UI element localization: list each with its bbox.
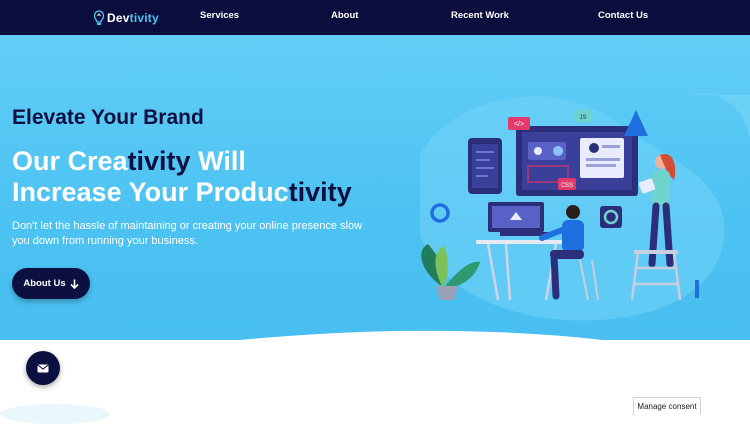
hero-description: Don't let the hassle of maintaining or c… xyxy=(12,220,363,247)
mail-icon xyxy=(37,364,49,372)
about-us-button[interactable]: About Us xyxy=(12,268,90,299)
logo-icon xyxy=(94,10,104,25)
hero-illustration: </> JS CSS xyxy=(421,110,699,301)
brand-logo[interactable]: Devtivity xyxy=(94,8,159,28)
nav-recent-work[interactable]: Recent Work xyxy=(451,10,509,21)
headline-line-2: Increase Your Productivity xyxy=(12,177,352,207)
about-us-label: About Us xyxy=(23,278,66,289)
manage-consent-button[interactable]: Manage consent xyxy=(633,397,701,415)
css-tag-label: CSS xyxy=(561,183,573,189)
code-tag-label: </> xyxy=(514,121,524,128)
hero-tagline: Elevate Your Brand xyxy=(12,106,204,129)
headline-line-1: Our Creativity Will xyxy=(12,146,246,176)
brand-name: Devtivity xyxy=(107,11,159,25)
mail-button[interactable] xyxy=(26,351,60,385)
decorative-blob xyxy=(0,404,110,424)
hero-headline: Our Creativity Will Increase Your Produc… xyxy=(12,146,352,208)
nav-contact-us[interactable]: Contact Us xyxy=(598,10,648,21)
arrow-down-icon xyxy=(70,279,79,289)
nav-services[interactable]: Services xyxy=(200,10,239,21)
nav-about[interactable]: About xyxy=(331,10,358,21)
hero-wave xyxy=(239,330,604,340)
top-nav: Devtivity Services About Recent Work Con… xyxy=(0,0,750,35)
js-tag-label: JS xyxy=(579,115,586,121)
